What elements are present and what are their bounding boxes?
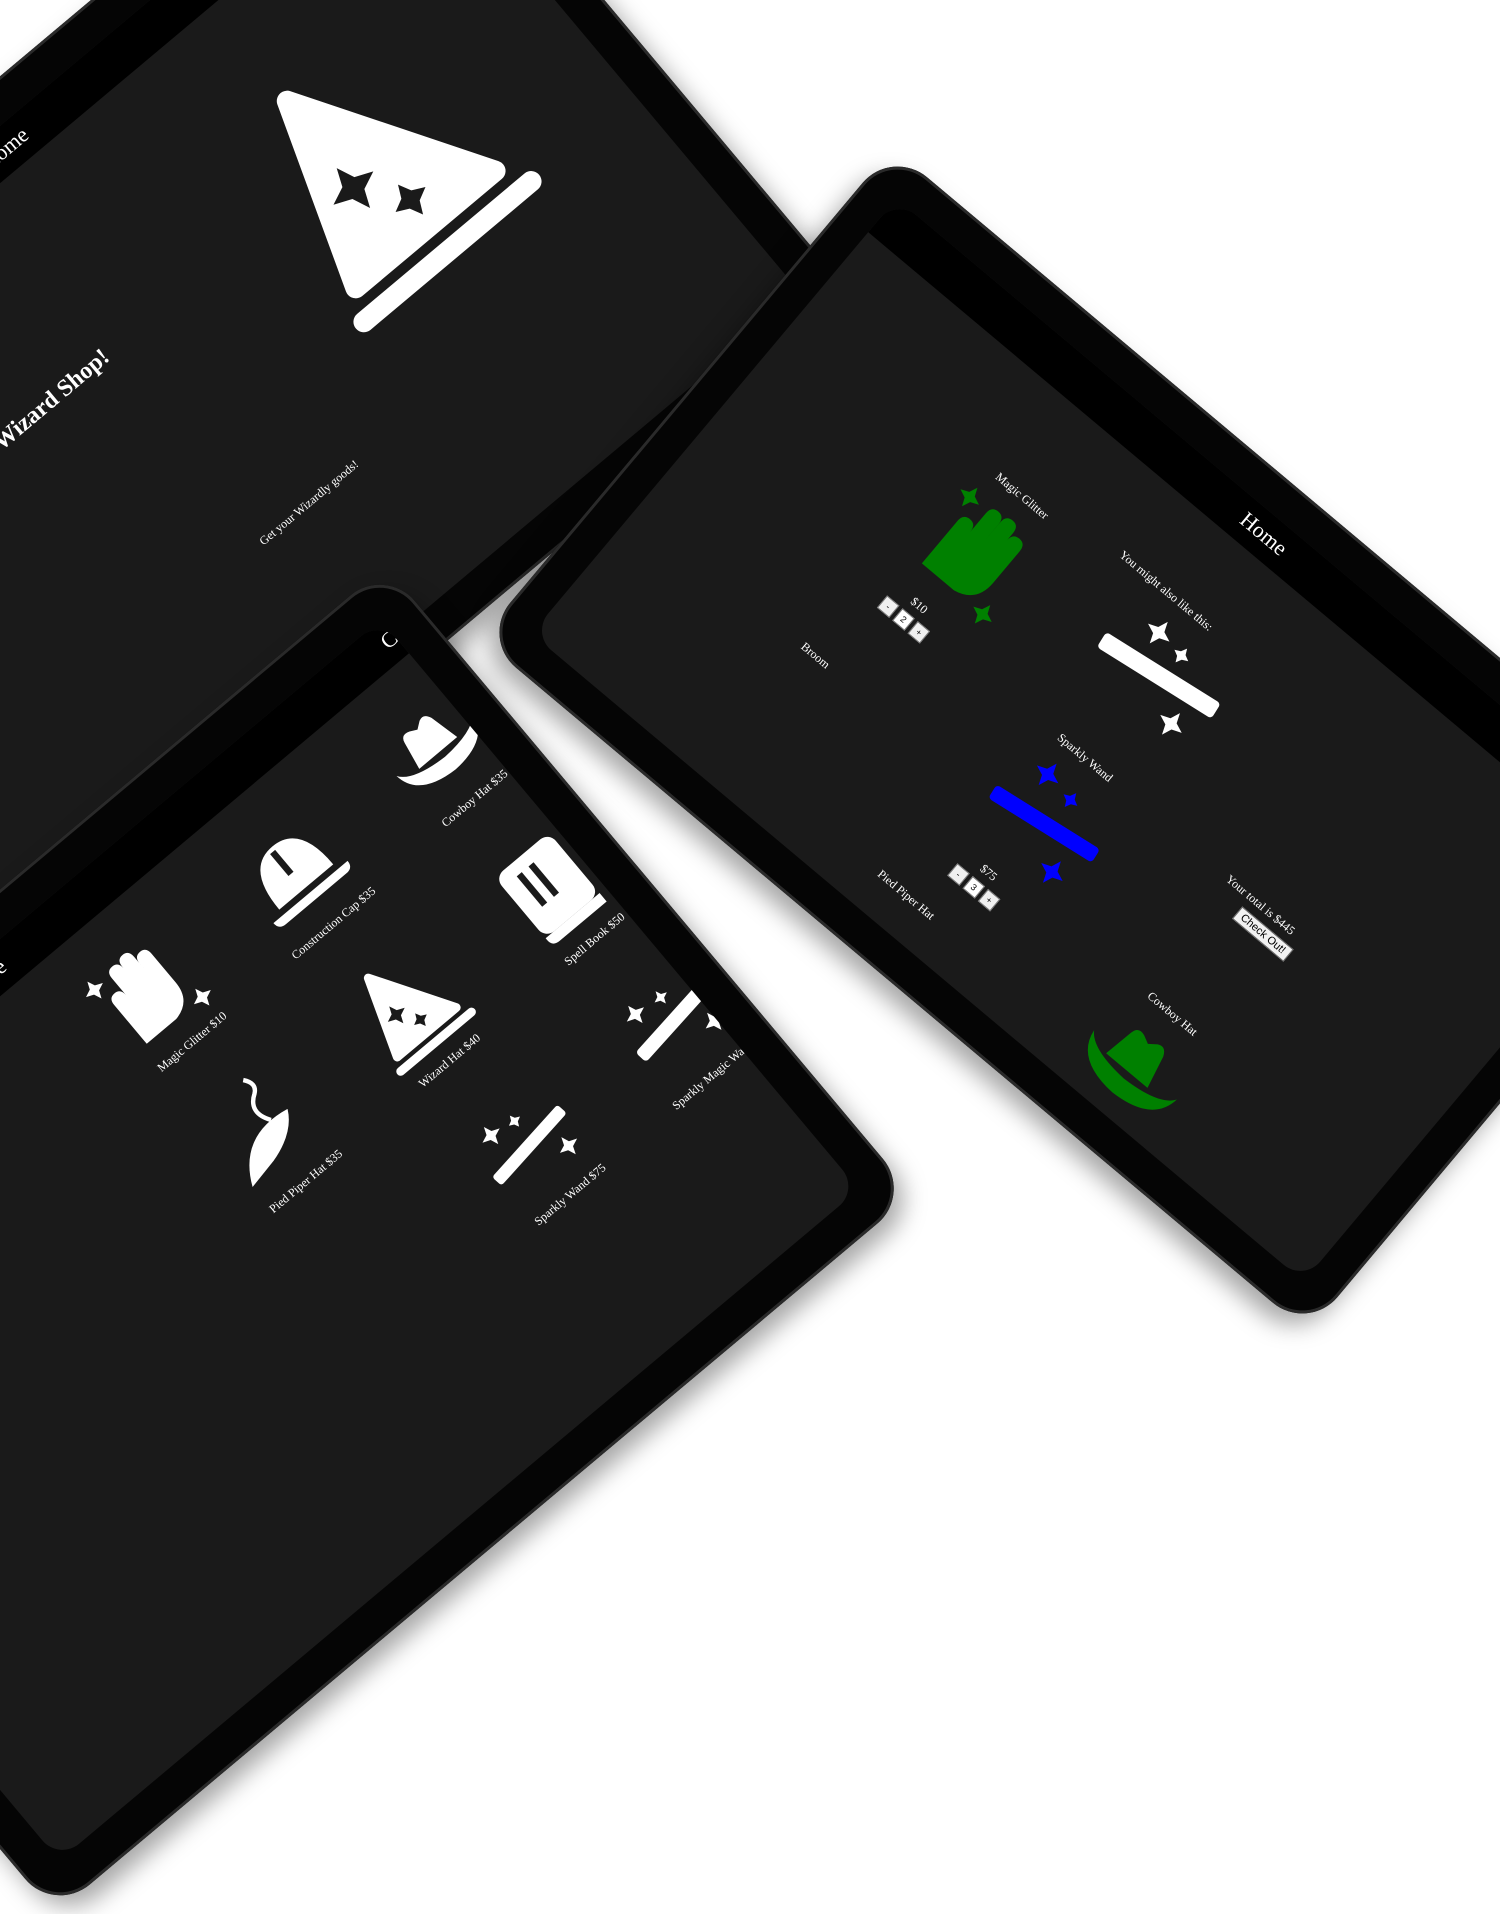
wand-suggestion-icon xyxy=(1098,621,1220,735)
hard-hat-icon xyxy=(260,838,351,927)
sparkly-wand-icon xyxy=(482,1105,578,1185)
item-price: $75 xyxy=(977,861,1001,884)
item-name: Pied Piper Hat xyxy=(874,866,938,923)
wizard-hat-icon xyxy=(276,90,542,333)
page-subtitle: Get your Wizardly goods! xyxy=(256,457,362,549)
item-price: $10 xyxy=(907,594,931,617)
item-price: $35 xyxy=(1077,1108,1100,1131)
cowboy-hat-icon xyxy=(1087,1029,1177,1110)
increment-button[interactable]: + xyxy=(977,888,1001,912)
spell-book-icon xyxy=(499,836,607,944)
page-title: Wizard Shop! xyxy=(0,343,115,456)
pied-piper-hat-icon xyxy=(242,1077,289,1188)
wizard-hat-icon xyxy=(363,973,476,1076)
item-name: Broom xyxy=(798,639,833,672)
magic-glitter-icon xyxy=(86,949,211,1044)
magic-wand-icon xyxy=(626,981,723,1061)
increment-button[interactable]: + xyxy=(907,621,931,644)
